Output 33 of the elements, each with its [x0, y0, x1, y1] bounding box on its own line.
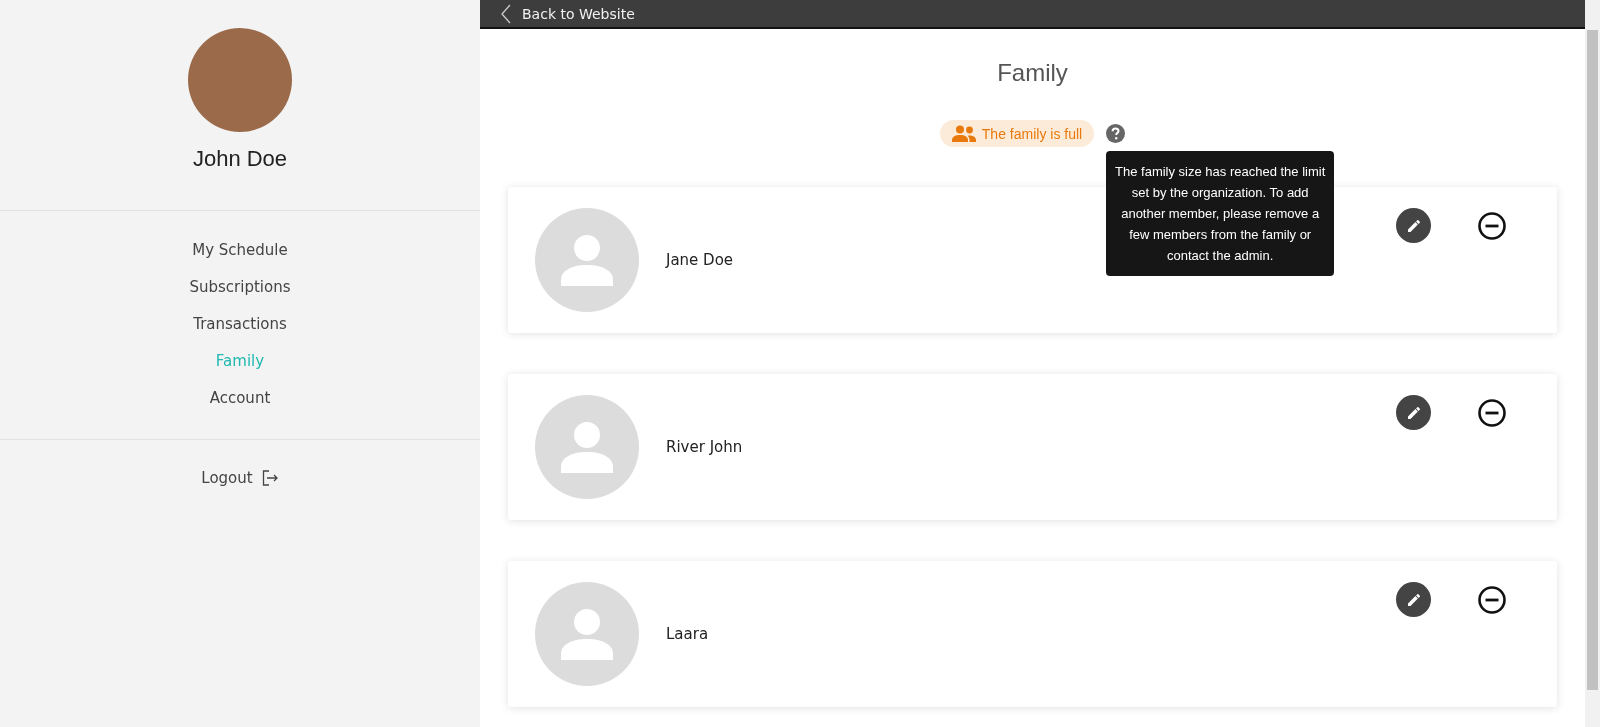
avatar-icon [535, 582, 639, 686]
edit-button[interactable] [1396, 582, 1431, 617]
edit-button[interactable] [1396, 208, 1431, 243]
scrollbar[interactable] [1585, 0, 1600, 727]
remove-button[interactable] [1477, 210, 1507, 241]
avatar-icon [535, 208, 639, 312]
member-name: River John [666, 438, 743, 456]
tooltip: The family size has reached the limit set by the organization. To add another member, please remove a few members from the family or contact the admin. [1106, 151, 1335, 276]
pencil-icon [1405, 591, 1422, 608]
pencil-icon [1405, 217, 1422, 234]
member-name: Jane Doe [666, 251, 734, 269]
sidebar-item[interactable]: Transactions [193, 313, 287, 335]
member-name: Laara [666, 625, 709, 643]
page-title: Family [996, 59, 1069, 87]
sidebar-item[interactable]: Subscriptions [189, 276, 291, 298]
sidebar-item[interactable]: Account [209, 387, 271, 409]
avatar-icon [535, 395, 639, 499]
people-icon [951, 125, 976, 142]
logout-icon [260, 469, 279, 487]
remove-button[interactable] [1477, 584, 1507, 615]
minus-circle-icon [1477, 584, 1507, 615]
minus-circle-icon [1477, 397, 1507, 428]
remove-button[interactable] [1477, 397, 1507, 428]
minus-circle-icon [1477, 210, 1507, 241]
status-badge: The family is full [939, 120, 1095, 147]
help-icon[interactable] [1106, 124, 1126, 143]
chevron-left-icon [500, 3, 512, 24]
user-name: John Doe [192, 146, 288, 172]
logout-link[interactable]: Logout [201, 469, 279, 487]
sidebar-item[interactable]: My Schedule [192, 239, 288, 261]
back-link[interactable]: Back to Website [500, 3, 635, 24]
pencil-icon [1405, 404, 1422, 421]
edit-button[interactable] [1396, 395, 1431, 430]
